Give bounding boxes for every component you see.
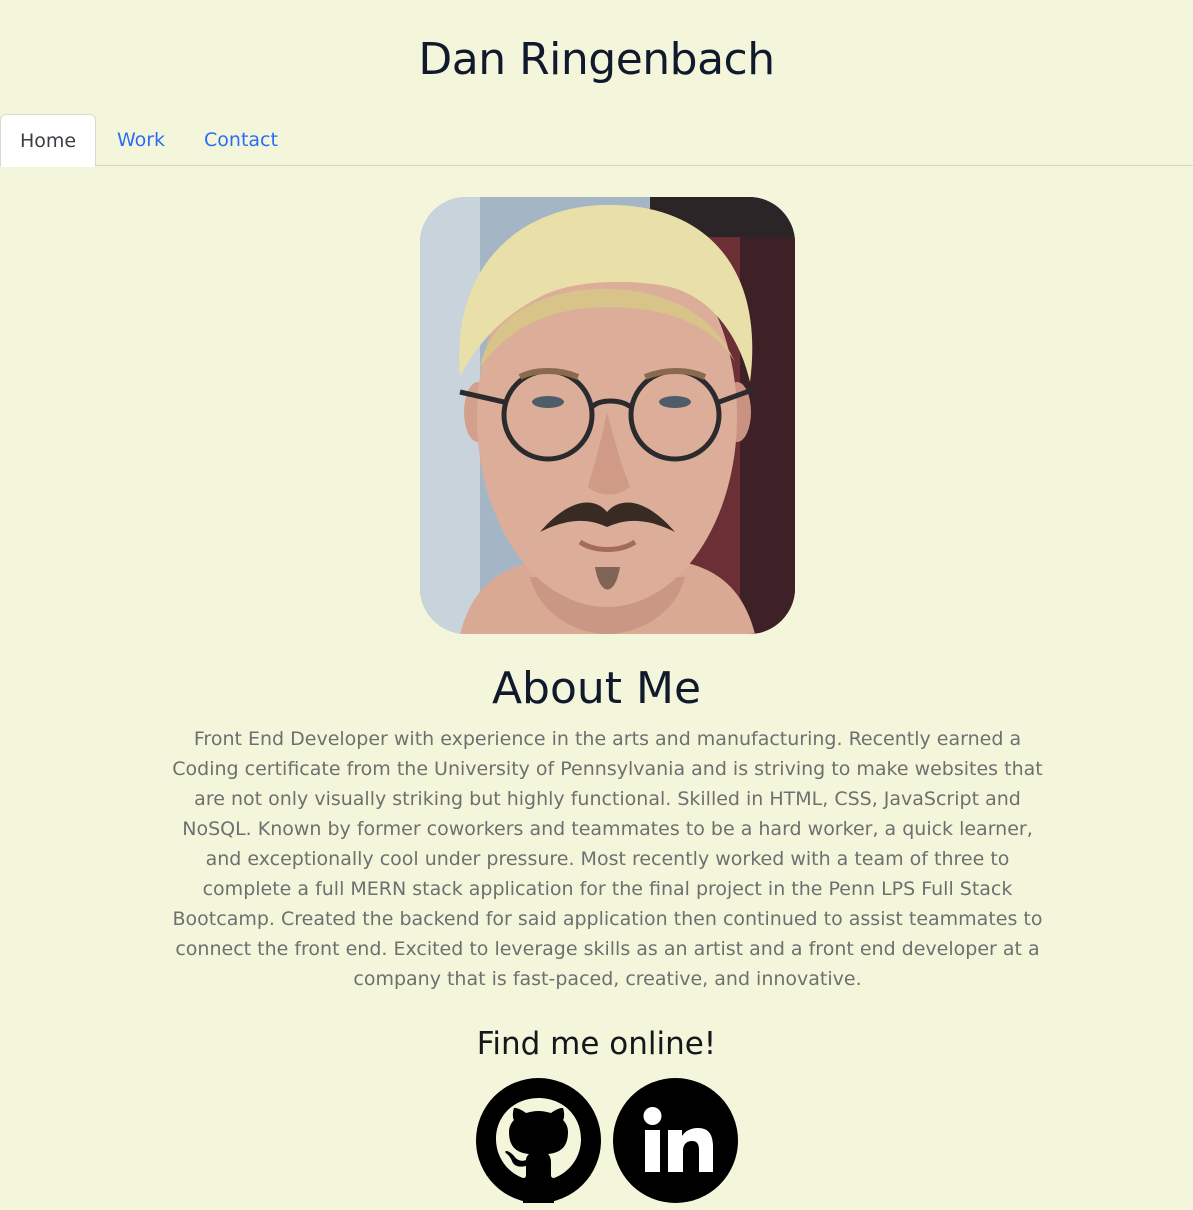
site-title: Dan Ringenbach bbox=[418, 34, 775, 85]
tab-work[interactable]: Work bbox=[106, 114, 176, 167]
portrait-illustration bbox=[420, 197, 795, 634]
nav-tabs: Home Work Contact bbox=[0, 114, 1193, 167]
about-heading: About Me bbox=[491, 663, 702, 714]
linkedin-icon bbox=[613, 1078, 738, 1203]
tab-home[interactable]: Home bbox=[0, 114, 96, 167]
profile-photo bbox=[420, 197, 795, 634]
find-me-heading: Find me online! bbox=[476, 1026, 717, 1062]
github-link[interactable] bbox=[476, 1078, 601, 1203]
linkedin-link[interactable] bbox=[613, 1078, 738, 1203]
github-icon bbox=[476, 1078, 601, 1203]
tab-contact[interactable]: Contact bbox=[196, 114, 286, 167]
about-text: Front End Developer with experience in t… bbox=[172, 728, 1043, 990]
